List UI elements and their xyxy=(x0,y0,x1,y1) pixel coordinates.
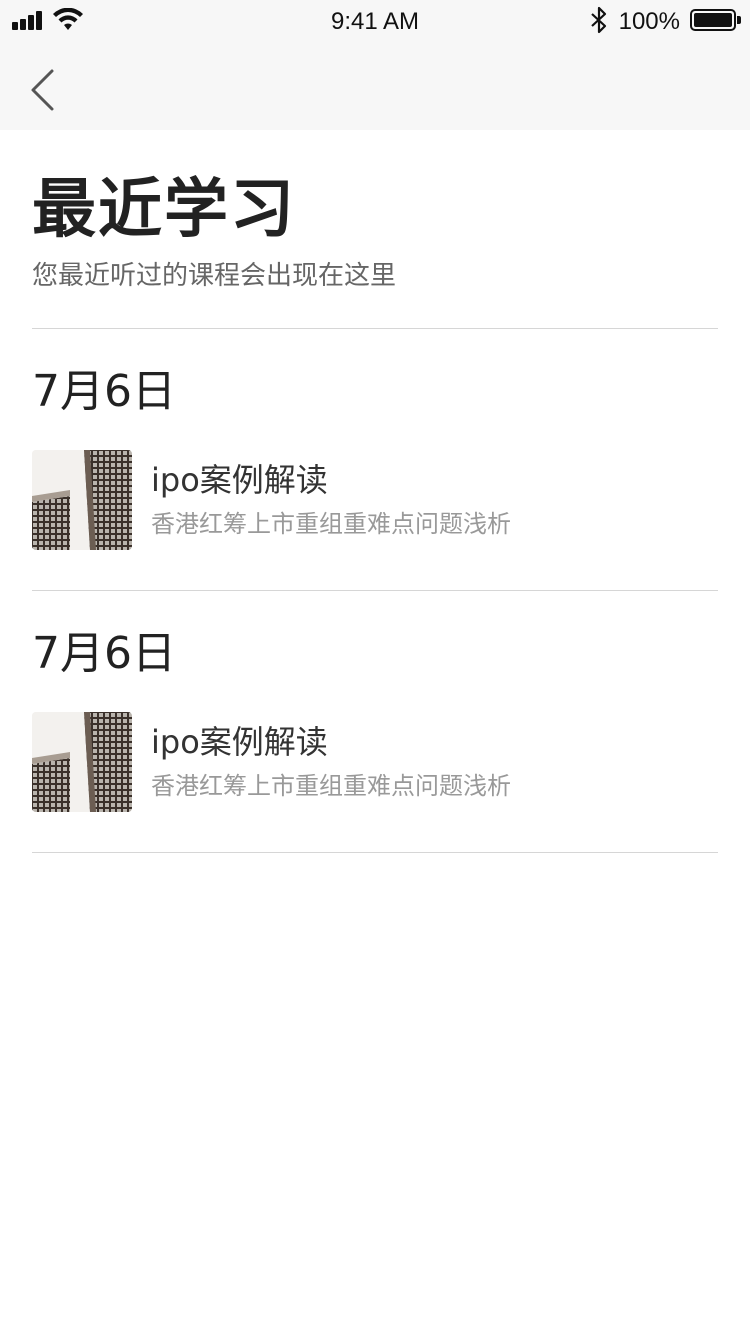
divider xyxy=(32,328,718,329)
course-subtitle: 香港红筹上市重组重难点问题浅析 xyxy=(151,510,511,538)
battery-tip xyxy=(737,16,741,24)
section-date: 7月6日 xyxy=(32,366,176,417)
course-subtitle: 香港红筹上市重组重难点问题浅析 xyxy=(151,772,511,800)
battery-icon xyxy=(690,9,736,31)
navigation-bar xyxy=(0,44,750,130)
course-title: ipo案例解读 xyxy=(151,461,328,499)
page-subtitle: 您最近听过的课程会出现在这里 xyxy=(32,261,397,291)
page-title: 最近学习 xyxy=(32,173,296,247)
course-title: ipo案例解读 xyxy=(151,723,328,761)
history-section: 7月6日 ipo案例解读 香港红筹上市重组重难点问题浅析 xyxy=(32,362,718,550)
course-thumbnail xyxy=(32,712,132,812)
course-item[interactable]: ipo案例解读 香港红筹上市重组重难点问题浅析 xyxy=(32,712,718,812)
divider xyxy=(32,590,718,591)
battery-percentage: 100% xyxy=(618,8,680,35)
history-section: 7月6日 ipo案例解读 香港红筹上市重组重难点问题浅析 xyxy=(32,624,718,812)
chevron-left-icon[interactable] xyxy=(28,68,58,112)
page-header: 最近学习 您最近听过的课程会出现在这里 xyxy=(32,170,718,294)
course-thumbnail xyxy=(32,450,132,550)
course-item[interactable]: ipo案例解读 香港红筹上市重组重难点问题浅析 xyxy=(32,450,718,550)
bluetooth-icon xyxy=(591,6,607,34)
divider xyxy=(32,852,718,853)
section-date: 7月6日 xyxy=(32,628,176,679)
status-bar: 9:41 AM 100% xyxy=(0,0,750,44)
